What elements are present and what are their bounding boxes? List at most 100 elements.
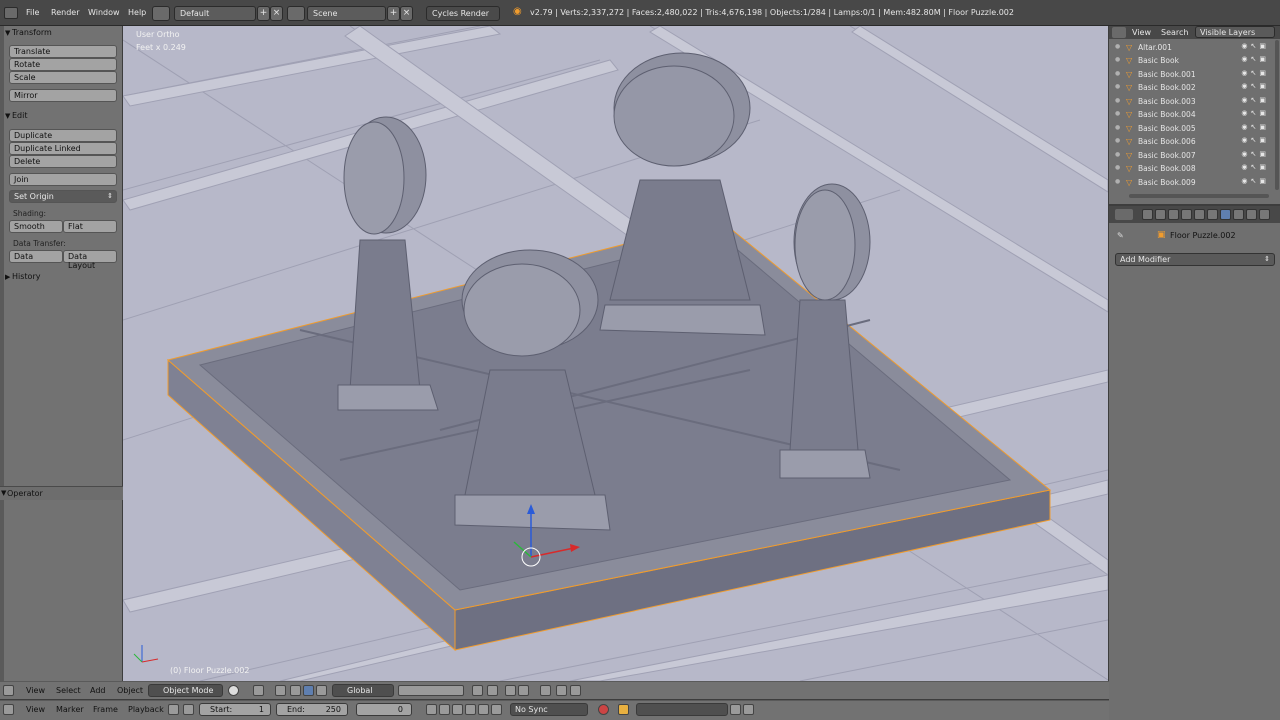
editor-type-icon[interactable]	[3, 685, 14, 696]
object-menu[interactable]: Object	[117, 686, 143, 695]
playback-menu[interactable]: Playback	[128, 705, 164, 714]
smooth-button[interactable]: Smooth	[9, 220, 63, 233]
add-modifier-dropdown[interactable]: Add Modifier ⇕	[1115, 253, 1275, 266]
outliner-item[interactable]: ● ▽ Basic Book.002 ◉↖▣	[1109, 81, 1275, 94]
scene-render[interactable]	[123, 26, 1108, 681]
snap-icon[interactable]	[505, 685, 516, 696]
3d-viewport[interactable]: User Ortho Feet x 0.249 (0) Floor Puzzle…	[123, 26, 1108, 681]
scale-manipulator-icon[interactable]	[316, 685, 327, 696]
marker-menu[interactable]: Marker	[56, 705, 84, 714]
remove-scene-button[interactable]: ×	[400, 6, 413, 21]
visibility-icons[interactable]: ◉↖▣	[1241, 96, 1269, 104]
insert-keyframe-icon[interactable]	[730, 704, 741, 715]
end-frame-field[interactable]: End: 250	[276, 703, 348, 716]
visibility-icons[interactable]: ◉↖▣	[1241, 136, 1269, 144]
timeline-view-menu[interactable]: View	[26, 705, 45, 714]
editor-type-icon[interactable]	[4, 7, 18, 19]
set-origin-dropdown[interactable]: Set Origin ⇕	[9, 190, 117, 203]
visibility-icons[interactable]: ◉↖▣	[1241, 150, 1269, 158]
pin-icon[interactable]: ✎	[1117, 231, 1124, 240]
translate-button[interactable]: Translate	[9, 45, 117, 58]
world-tab-icon[interactable]	[1181, 209, 1192, 220]
jump-start-icon[interactable]	[426, 704, 437, 715]
preview-range-icon[interactable]	[168, 704, 179, 715]
material-tab-icon[interactable]	[1246, 209, 1257, 220]
outliner-item[interactable]: ● ▽ Basic Book.005 ◉↖▣	[1109, 122, 1275, 135]
play-reverse-icon[interactable]	[452, 704, 463, 715]
current-frame-field[interactable]: 0	[356, 703, 412, 716]
keyframe-type-icon[interactable]	[618, 704, 629, 715]
jump-keyframe-forward-icon[interactable]	[478, 704, 489, 715]
mirror-button[interactable]: Mirror	[9, 89, 117, 102]
use-preview-icon[interactable]	[183, 704, 194, 715]
transform-panel-header[interactable]: ▼ Transform	[0, 26, 123, 40]
data-tab-icon[interactable]	[1233, 209, 1244, 220]
view-menu[interactable]: View	[26, 686, 45, 695]
scene-field[interactable]: Scene	[307, 6, 386, 21]
modifiers-tab-icon[interactable]	[1220, 209, 1231, 220]
editor-type-icon[interactable]	[1115, 209, 1133, 220]
visibility-icons[interactable]: ◉↖▣	[1241, 109, 1269, 117]
outliner-scrollbar[interactable]	[1275, 40, 1279, 190]
mode-dropdown[interactable]: Object Mode	[148, 684, 223, 697]
snap-element-icon[interactable]	[518, 685, 529, 696]
render-engine-dropdown[interactable]: Cycles Render	[426, 6, 500, 21]
frame-menu[interactable]: Frame	[93, 705, 118, 714]
data-button[interactable]: Data	[9, 250, 63, 263]
menu-window[interactable]: Window	[88, 8, 120, 17]
outliner-item[interactable]: ● ▽ Basic Book.008 ◉↖▣	[1109, 162, 1275, 175]
jump-end-icon[interactable]	[491, 704, 502, 715]
visibility-icons[interactable]: ◉↖▣	[1241, 55, 1269, 63]
outliner-item[interactable]: ● ▽ Basic Book.004 ◉↖▣	[1109, 108, 1275, 121]
add-scene-button[interactable]: +	[387, 6, 400, 21]
outliner-item[interactable]: ● ▽ Basic Book.003 ◉↖▣	[1109, 95, 1275, 108]
layer-buttons[interactable]	[398, 685, 464, 696]
editor-type-icon[interactable]	[1112, 27, 1126, 38]
visibility-icons[interactable]: ◉↖▣	[1241, 69, 1269, 77]
start-frame-field[interactable]: Start: 1	[199, 703, 271, 716]
outliner-item[interactable]: ● ▽ Basic Book.007 ◉↖▣	[1109, 149, 1275, 162]
remove-layout-button[interactable]: ×	[270, 6, 283, 21]
outliner-hscrollbar[interactable]	[1129, 194, 1269, 198]
shelf-tabs[interactable]	[0, 26, 4, 681]
add-menu[interactable]: Add	[90, 686, 106, 695]
scene-icon[interactable]	[287, 6, 305, 21]
texture-tab-icon[interactable]	[1259, 209, 1270, 220]
select-menu[interactable]: Select	[56, 686, 81, 695]
delete-button[interactable]: Delete	[9, 155, 117, 168]
manipulator-toggle-icon[interactable]	[275, 685, 286, 696]
opengl-render-icon[interactable]	[540, 685, 551, 696]
pivot-icon[interactable]	[253, 685, 264, 696]
outliner-item[interactable]: ● ▽ Basic Book.009 ◉↖▣	[1109, 176, 1275, 189]
outliner-view-menu[interactable]: View	[1132, 28, 1151, 37]
shading-mode-icon[interactable]	[228, 685, 239, 696]
menu-file[interactable]: File	[26, 8, 39, 17]
proportional-edit-icon[interactable]	[487, 685, 498, 696]
layout-icon[interactable]	[152, 6, 170, 21]
menu-render[interactable]: Render	[51, 8, 79, 17]
keying-set-field[interactable]	[636, 703, 728, 716]
delete-keyframe-icon[interactable]	[743, 704, 754, 715]
screen-layout-field[interactable]: Default	[174, 6, 256, 21]
history-panel-header[interactable]: ▶ History	[0, 270, 123, 284]
outliner-item[interactable]: ● ▽ Basic Book.001 ◉↖▣	[1109, 68, 1275, 81]
rotate-button[interactable]: Rotate	[9, 58, 117, 71]
editor-type-icon[interactable]	[3, 704, 14, 715]
record-icon[interactable]	[598, 704, 609, 715]
duplicate-button[interactable]: Duplicate	[9, 129, 117, 142]
visibility-icons[interactable]: ◉↖▣	[1241, 163, 1269, 171]
opengl-anim-icon[interactable]	[556, 685, 567, 696]
operator-panel-header[interactable]: ▼ Operator	[0, 486, 123, 500]
menu-help[interactable]: Help	[128, 8, 146, 17]
visibility-icons[interactable]: ◉↖▣	[1241, 82, 1269, 90]
join-button[interactable]: Join	[9, 173, 117, 186]
flat-button[interactable]: Flat	[63, 220, 117, 233]
outliner-search-menu[interactable]: Search	[1161, 28, 1188, 37]
scene-tab-icon[interactable]	[1168, 209, 1179, 220]
object-tab-icon[interactable]	[1194, 209, 1205, 220]
jump-keyframe-back-icon[interactable]	[439, 704, 450, 715]
outliner-item[interactable]: ● ▽ Basic Book ◉↖▣	[1109, 54, 1275, 67]
add-layout-button[interactable]: +	[257, 6, 270, 21]
scale-button[interactable]: Scale	[9, 71, 117, 84]
visibility-icons[interactable]: ◉↖▣	[1241, 123, 1269, 131]
